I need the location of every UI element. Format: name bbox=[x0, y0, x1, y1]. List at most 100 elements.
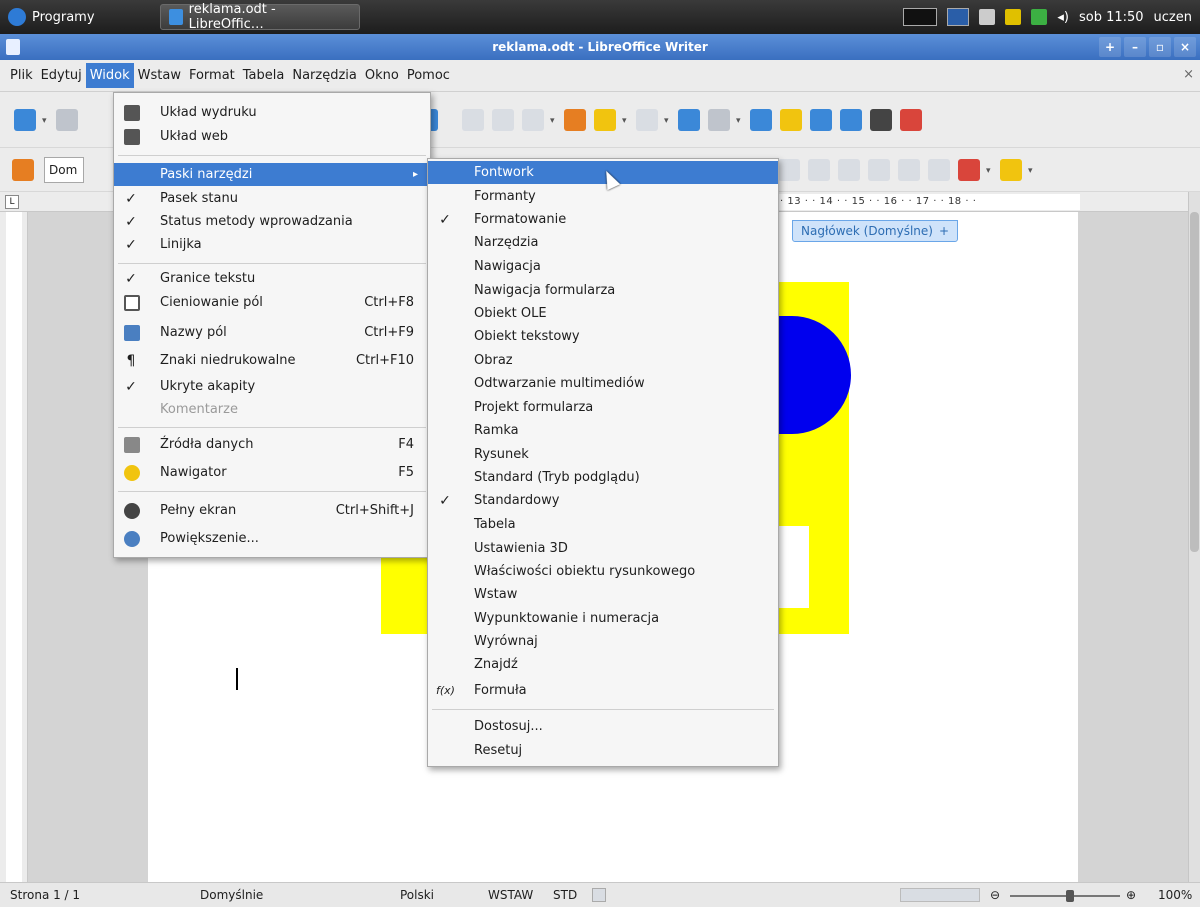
toolbar-item-standard-view-mode[interactable]: Standard (Tryb podglądu) bbox=[428, 466, 778, 489]
styles-formatting-icon[interactable] bbox=[12, 158, 34, 181]
insert-mode-indicator[interactable]: WSTAW bbox=[488, 888, 533, 902]
menu-item-hidden-paragraphs[interactable]: ✓ Ukryte akapity bbox=[114, 375, 430, 398]
toolbar-item-reset[interactable]: Resetuj bbox=[428, 739, 778, 762]
cut-icon[interactable] bbox=[462, 108, 484, 131]
menu-item-comments[interactable]: Komentarze bbox=[114, 398, 430, 421]
menu-item-field-shadings[interactable]: Cieniowanie pól Ctrl+F8 bbox=[114, 291, 430, 314]
copy-icon[interactable] bbox=[492, 108, 514, 131]
vertical-ruler[interactable] bbox=[0, 212, 28, 882]
add-header-icon[interactable]: + bbox=[939, 224, 949, 238]
workspace-active-icon[interactable] bbox=[947, 8, 970, 26]
gallery-icon[interactable] bbox=[810, 108, 832, 131]
toolbar-item-form-design[interactable]: Projekt formularza bbox=[428, 396, 778, 419]
highlighting-icon[interactable] bbox=[1000, 158, 1022, 181]
toolbar-item-ole-object[interactable]: Obiekt OLE bbox=[428, 302, 778, 325]
menu-wstaw[interactable]: Wstaw bbox=[134, 63, 185, 88]
toolbar-item-image[interactable]: Obraz bbox=[428, 349, 778, 372]
chevron-down-icon[interactable]: ▾ bbox=[736, 116, 744, 126]
toolbar-item-text-object[interactable]: Obiekt tekstowy bbox=[428, 325, 778, 348]
taskbar-window-button[interactable]: reklama.odt - LibreOffic… bbox=[160, 2, 360, 32]
clone-formatting-icon[interactable] bbox=[564, 108, 586, 131]
menu-item-data-sources[interactable]: Źródła danych F4 bbox=[114, 433, 430, 456]
chevron-down-icon[interactable]: ▾ bbox=[986, 166, 994, 176]
view-layout-icon[interactable] bbox=[900, 888, 980, 902]
page-style-indicator[interactable]: Domyślnie bbox=[200, 888, 263, 902]
volume-icon[interactable]: ◂) bbox=[1057, 10, 1069, 25]
toolbar-item-3d-settings[interactable]: Ustawienia 3D bbox=[428, 537, 778, 560]
selection-mode-indicator[interactable]: STD bbox=[553, 888, 577, 902]
scrollbar-thumb[interactable] bbox=[1190, 212, 1199, 552]
menu-item-full-screen[interactable]: Pełny ekran Ctrl+Shift+J bbox=[114, 499, 430, 522]
toolbar-item-align[interactable]: Wyrównaj bbox=[428, 630, 778, 653]
help-icon[interactable] bbox=[900, 108, 922, 131]
tab-stop-icon[interactable]: L bbox=[5, 195, 19, 209]
network-icon[interactable] bbox=[979, 9, 996, 25]
document-modified-icon[interactable] bbox=[592, 888, 606, 902]
toolbar-item-drawing-object-properties[interactable]: Właściwości obiektu rysunkowego bbox=[428, 560, 778, 583]
menu-item-formatting-marks[interactable]: ¶ Znaki niedrukowalne Ctrl+F10 bbox=[114, 349, 430, 372]
menu-narzedzia[interactable]: Narzędzia bbox=[288, 63, 361, 88]
font-color-icon[interactable] bbox=[958, 158, 980, 181]
navigator-icon[interactable] bbox=[780, 108, 802, 131]
programs-menu-button[interactable]: Programy bbox=[0, 4, 150, 30]
menu-widok[interactable]: Widok bbox=[85, 63, 134, 88]
open-folder-icon[interactable] bbox=[56, 108, 78, 131]
bullets-icon[interactable] bbox=[868, 158, 890, 181]
menu-pomoc[interactable]: Pomoc bbox=[403, 63, 454, 88]
zoom-slider-knob[interactable] bbox=[1066, 890, 1074, 902]
chevron-down-icon[interactable]: ▾ bbox=[550, 116, 558, 126]
zoom-out-icon[interactable]: ⊖ bbox=[990, 888, 1000, 902]
window-minimize-button[interactable]: – bbox=[1124, 37, 1146, 57]
show-draw-functions-icon[interactable] bbox=[750, 108, 772, 131]
vertical-scrollbar[interactable] bbox=[1188, 192, 1200, 882]
menu-item-zoom[interactable]: Powiększenie... bbox=[114, 527, 430, 550]
menu-format[interactable]: Format bbox=[185, 63, 239, 88]
align-right-icon[interactable] bbox=[778, 158, 800, 181]
paste-icon[interactable] bbox=[522, 108, 544, 131]
new-document-icon[interactable] bbox=[14, 108, 36, 131]
toolbar-item-tools[interactable]: Narzędzia bbox=[428, 231, 778, 254]
language-indicator[interactable]: Polski bbox=[400, 888, 434, 902]
toolbar-item-navigation[interactable]: Nawigacja bbox=[428, 255, 778, 278]
menu-okno[interactable]: Okno bbox=[361, 63, 403, 88]
menu-item-text-boundaries[interactable]: ✓ Granice tekstu bbox=[114, 267, 430, 290]
menu-edytuj[interactable]: Edytuj bbox=[37, 63, 86, 88]
clipboard-icon[interactable] bbox=[1005, 9, 1022, 25]
battery-icon[interactable] bbox=[1031, 9, 1048, 25]
data-sources-icon[interactable] bbox=[840, 108, 862, 131]
menu-item-status-bar[interactable]: ✓ Pasek stanu bbox=[114, 187, 430, 210]
page-indicator[interactable]: Strona 1 / 1 bbox=[10, 888, 80, 902]
menu-item-web-layout[interactable]: Układ web bbox=[114, 125, 430, 148]
toolbar-item-frame[interactable]: Ramka bbox=[428, 419, 778, 442]
decrease-indent-icon[interactable] bbox=[898, 158, 920, 181]
menu-tabela[interactable]: Tabela bbox=[239, 63, 289, 88]
justify-icon[interactable] bbox=[808, 158, 830, 181]
chevron-down-icon[interactable]: ▾ bbox=[1028, 166, 1036, 176]
menu-item-toolbars[interactable]: Paski narzędzi ▸ bbox=[114, 163, 430, 186]
toolbar-item-insert[interactable]: Wstaw bbox=[428, 583, 778, 606]
menu-item-input-method-status[interactable]: ✓ Status metody wprowadzania bbox=[114, 210, 430, 233]
white-rectangle-shape[interactable] bbox=[779, 526, 809, 608]
toolbar-item-find[interactable]: Znajdź bbox=[428, 653, 778, 676]
window-restore-button[interactable]: ▫ bbox=[1149, 37, 1171, 57]
undo-icon[interactable] bbox=[594, 108, 616, 131]
toolbar-item-drawing[interactable]: Rysunek bbox=[428, 443, 778, 466]
paragraph-style-combo[interactable]: Dom bbox=[44, 156, 84, 183]
redo-icon[interactable] bbox=[636, 108, 658, 131]
menu-item-print-layout[interactable]: Układ wydruku bbox=[114, 101, 430, 124]
toolbar-item-form-controls[interactable]: Formanty bbox=[428, 185, 778, 208]
close-document-icon[interactable]: × bbox=[1183, 67, 1194, 82]
chevron-down-icon[interactable]: ▾ bbox=[664, 116, 672, 126]
toolbar-item-bullets-numbering[interactable]: Wypunktowanie i numeracja bbox=[428, 607, 778, 630]
menu-plik[interactable]: Plik bbox=[6, 63, 37, 88]
formatting-marks-icon[interactable] bbox=[870, 108, 892, 131]
numbering-icon[interactable] bbox=[838, 158, 860, 181]
toolbar-item-media-playback[interactable]: Odtwarzanie multimediów bbox=[428, 372, 778, 395]
header-tag[interactable]: Nagłówek (Domyślne) + bbox=[792, 220, 959, 242]
chevron-down-icon[interactable]: ▾ bbox=[42, 116, 50, 126]
toolbar-item-formula[interactable]: f(x) Formuła bbox=[428, 679, 778, 702]
zoom-slider[interactable] bbox=[1010, 895, 1120, 897]
clock[interactable]: sob 11:50 bbox=[1079, 10, 1144, 25]
zoom-level[interactable]: 100% bbox=[1158, 888, 1192, 902]
zoom-in-icon[interactable]: ⊕ bbox=[1126, 888, 1136, 902]
